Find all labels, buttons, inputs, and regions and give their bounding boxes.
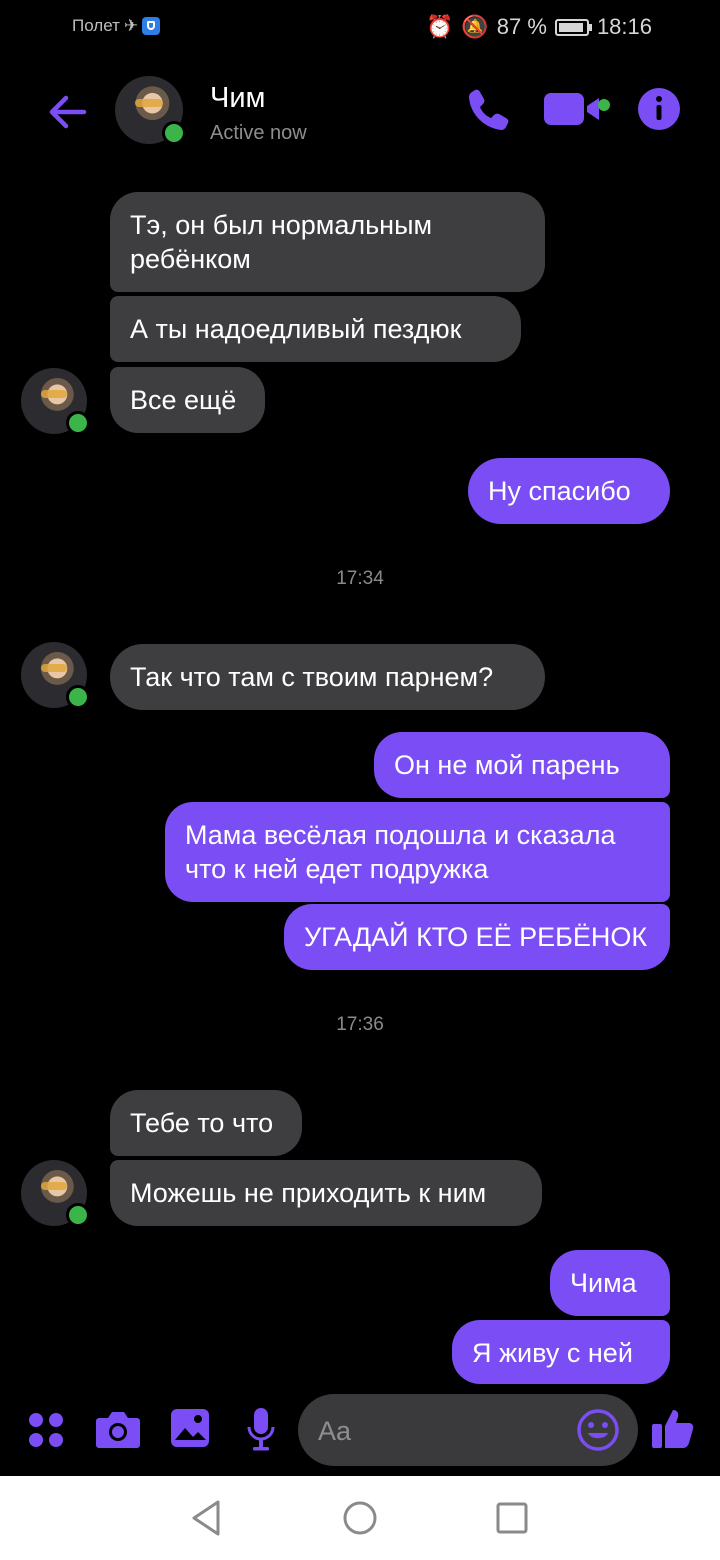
- avatar-photo: [40, 390, 68, 399]
- nav-recents-icon[interactable]: [494, 1498, 530, 1538]
- message-composer: Aa: [0, 1392, 720, 1476]
- video-camera-icon[interactable]: [542, 86, 612, 132]
- nav-back-icon[interactable]: [188, 1498, 224, 1538]
- message-input-placeholder: Aa: [318, 1416, 352, 1446]
- message-bubble-incoming[interactable]: Можешь не приходить к ним: [110, 1160, 542, 1226]
- avatar-photo: [135, 99, 163, 108]
- message-bubble-incoming[interactable]: Тебе то что: [110, 1090, 302, 1156]
- status-bar-left: Полет ✈: [72, 16, 161, 36]
- gallery-icon[interactable]: [170, 1408, 210, 1448]
- timestamp: 17:34: [336, 568, 384, 589]
- status-bar-right: ⏰ 🔕 87 % 18:16: [426, 14, 652, 40]
- contact-name[interactable]: Чим: [210, 82, 265, 115]
- apps-icon[interactable]: [28, 1412, 64, 1448]
- message-bubble-incoming[interactable]: А ты надоедливый пездюк: [110, 296, 521, 362]
- sender-avatar[interactable]: [21, 368, 90, 435]
- airplane-icon: ✈: [123, 16, 139, 35]
- phone-icon[interactable]: [466, 86, 512, 132]
- camera-icon[interactable]: [95, 1408, 141, 1450]
- message-bubble-outgoing[interactable]: Он не мой парень: [374, 732, 670, 798]
- message-bubble-outgoing[interactable]: Мама весёлая подошла и сказала что к ней…: [165, 802, 670, 902]
- online-indicator: [66, 1203, 90, 1227]
- avatar-photo: [40, 664, 68, 673]
- message-bubble-outgoing[interactable]: Ну спасибо: [468, 458, 670, 524]
- message-input[interactable]: Aa: [298, 1394, 638, 1466]
- timestamp: 17:36: [336, 1014, 384, 1035]
- online-indicator: [66, 685, 90, 709]
- alarm-icon: ⏰: [425, 14, 454, 39]
- message-bubble-outgoing[interactable]: Чима: [550, 1250, 670, 1316]
- status-bar: Полет ✈ ⏰ 🔕 87 % 18:16: [0, 0, 720, 56]
- message-bubble-outgoing[interactable]: Я живу с ней: [452, 1320, 670, 1384]
- system-navigation-bar: [0, 1476, 720, 1560]
- sender-avatar[interactable]: [21, 642, 90, 709]
- message-bubble-incoming[interactable]: Так что там с твоим парнем?: [110, 644, 545, 710]
- contact-avatar[interactable]: [115, 76, 186, 145]
- thumbs-up-icon[interactable]: [650, 1404, 698, 1452]
- online-indicator: [66, 411, 90, 435]
- message-bubble-incoming[interactable]: Все ещё: [110, 367, 265, 433]
- avatar-photo: [40, 1182, 68, 1191]
- emoji-icon[interactable]: [576, 1408, 620, 1452]
- airplane-mode-label: Полет: [72, 16, 120, 35]
- clock: 18:16: [596, 14, 652, 39]
- online-indicator: [162, 121, 186, 145]
- message-bubble-incoming[interactable]: Тэ, он был нормальным ребёнком: [110, 192, 545, 292]
- sender-avatar[interactable]: [21, 1160, 90, 1227]
- back-arrow-icon[interactable]: [44, 88, 92, 136]
- info-icon[interactable]: [636, 86, 682, 132]
- nav-home-icon[interactable]: [341, 1498, 379, 1538]
- mute-icon: 🔕: [461, 14, 489, 39]
- chat-header: Чим Active now: [0, 64, 720, 160]
- presence-status: Active now: [210, 122, 307, 144]
- battery-percent: 87 %: [496, 14, 547, 39]
- microphone-icon[interactable]: [246, 1406, 276, 1452]
- battery-icon: [554, 18, 592, 36]
- shield-icon: [142, 17, 161, 35]
- message-bubble-outgoing[interactable]: УГАДАЙ КТО ЕЁ РЕБЁНОК: [284, 904, 670, 970]
